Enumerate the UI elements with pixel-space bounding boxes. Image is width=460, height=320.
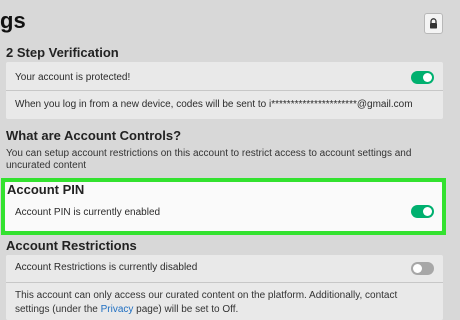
account-pin-toggle[interactable] xyxy=(411,205,434,218)
description-prefix: settings (under the xyxy=(15,304,101,315)
account-restrictions-description-line1: This account can only access our curated… xyxy=(15,290,398,301)
page-title: gs xyxy=(0,8,26,33)
divider xyxy=(6,282,443,283)
account-restrictions-description-line2: settings (under the Privacy page) will b… xyxy=(15,304,238,316)
two-step-heading: 2 Step Verification xyxy=(6,45,119,60)
account-restrictions-heading: Account Restrictions xyxy=(6,238,137,253)
account-controls-heading: What are Account Controls? xyxy=(6,128,182,143)
toggle-knob xyxy=(423,73,432,82)
two-step-toggle[interactable] xyxy=(411,71,434,84)
two-step-info: When you log in from a new device, codes… xyxy=(15,99,413,110)
account-pin-heading: Account PIN xyxy=(7,182,85,197)
privacy-link[interactable]: Privacy xyxy=(101,304,134,315)
toggle-knob xyxy=(423,207,432,216)
account-restrictions-toggle[interactable] xyxy=(411,262,434,275)
account-controls-description: You can setup account restrictions on th… xyxy=(6,148,412,171)
lock-button[interactable] xyxy=(424,13,443,34)
toggle-knob xyxy=(413,264,422,273)
divider xyxy=(6,90,443,91)
account-pin-status: Account PIN is currently enabled xyxy=(15,207,161,218)
description-suffix: page) will be set to Off. xyxy=(133,304,239,315)
two-step-status: Your account is protected! xyxy=(15,72,131,83)
lock-icon xyxy=(430,18,437,29)
account-restrictions-status: Account Restrictions is currently disabl… xyxy=(15,262,198,273)
